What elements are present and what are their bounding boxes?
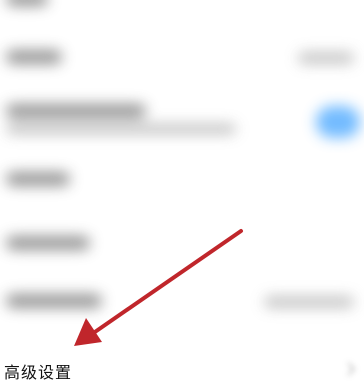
annotation-arrow-icon <box>74 229 243 346</box>
settings-screen: 高级设置 <box>0 0 364 389</box>
